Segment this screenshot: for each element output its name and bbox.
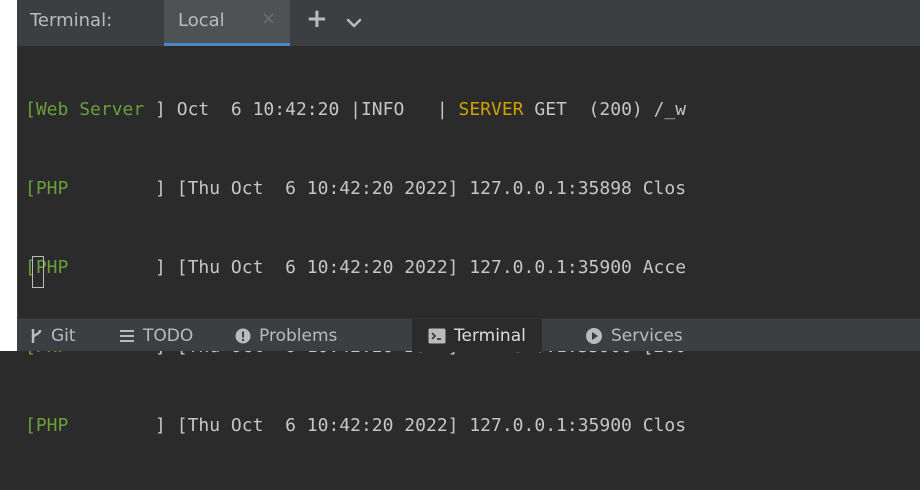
terminal-title: Terminal: <box>30 10 113 31</box>
log-text: [Thu Oct 6 10:42:20 2022] 127.0.0.1:3590… <box>176 415 687 436</box>
bracket-close: ] <box>68 257 177 278</box>
git-tool-button[interactable]: Git <box>29 319 76 352</box>
bracket-close: ] <box>144 99 177 120</box>
log-source: PHP <box>35 178 69 199</box>
services-tool-button[interactable]: Services <box>585 319 683 352</box>
git-label: Git <box>51 325 76 346</box>
terminal-line: [PHP ] [Thu Oct 6 10:42:20 2022] 127.0.0… <box>25 253 686 290</box>
bracket-open: [ <box>25 415 36 436</box>
terminal-cursor <box>32 256 44 288</box>
todo-label: TODO <box>143 325 194 346</box>
terminal-line: [PHP ] [Thu Oct 6 10:42:20 2022] 127.0.0… <box>25 174 686 211</box>
terminal-tool-button[interactable]: Terminal <box>412 319 542 352</box>
bracket-open: [ <box>25 178 36 199</box>
active-tab-indicator <box>164 43 290 46</box>
log-text: Oct 6 10:42:20 |INFO | <box>176 99 459 120</box>
log-text: [Thu Oct 6 10:42:20 2022] 127.0.0.1:3589… <box>176 178 687 199</box>
close-icon[interactable]: × <box>261 8 276 29</box>
services-icon <box>585 327 603 345</box>
problems-label: Problems <box>259 325 338 346</box>
todo-tool-button[interactable]: TODO <box>119 319 193 352</box>
problems-tool-button[interactable]: Problems <box>235 319 337 352</box>
bracket-close: ] <box>68 415 177 436</box>
problems-icon <box>235 328 251 344</box>
new-tab-button[interactable]: + <box>306 4 328 34</box>
log-rest: GET (200) /_w <box>523 99 687 120</box>
log-keyword: SERVER <box>458 99 524 120</box>
terminal-label: Terminal <box>454 325 526 346</box>
terminal-tool-window: Terminal: Local × + [Web Server ] Oct 6 … <box>17 0 920 436</box>
terminal-line: [Web Server ] Oct 6 10:42:20 |INFO | SER… <box>25 95 686 132</box>
log-source: Web Server <box>35 99 145 120</box>
bracket-open: [ <box>25 99 36 120</box>
tab-local-label: Local <box>178 10 225 31</box>
terminal-tab-header: Terminal: Local × + <box>18 0 920 46</box>
tab-local[interactable]: Local × <box>164 0 290 46</box>
terminal-line: [PHP ] [Thu Oct 6 10:42:20 2022] 127.0.0… <box>25 411 686 448</box>
services-label: Services <box>611 325 683 346</box>
terminal-output[interactable]: [Web Server ] Oct 6 10:42:20 |INFO | SER… <box>25 53 686 490</box>
bracket-close: ] <box>68 178 177 199</box>
git-branch-icon <box>29 327 43 345</box>
log-source: PHP <box>35 415 69 436</box>
chevron-down-icon[interactable] <box>346 14 362 33</box>
terminal-icon <box>428 328 446 344</box>
tool-window-bar: Git TODO Problems Terminal Services <box>17 318 920 352</box>
left-window-edge <box>0 0 17 351</box>
todo-list-icon <box>119 329 135 343</box>
log-text: [Thu Oct 6 10:42:20 2022] 127.0.0.1:3590… <box>176 257 687 278</box>
